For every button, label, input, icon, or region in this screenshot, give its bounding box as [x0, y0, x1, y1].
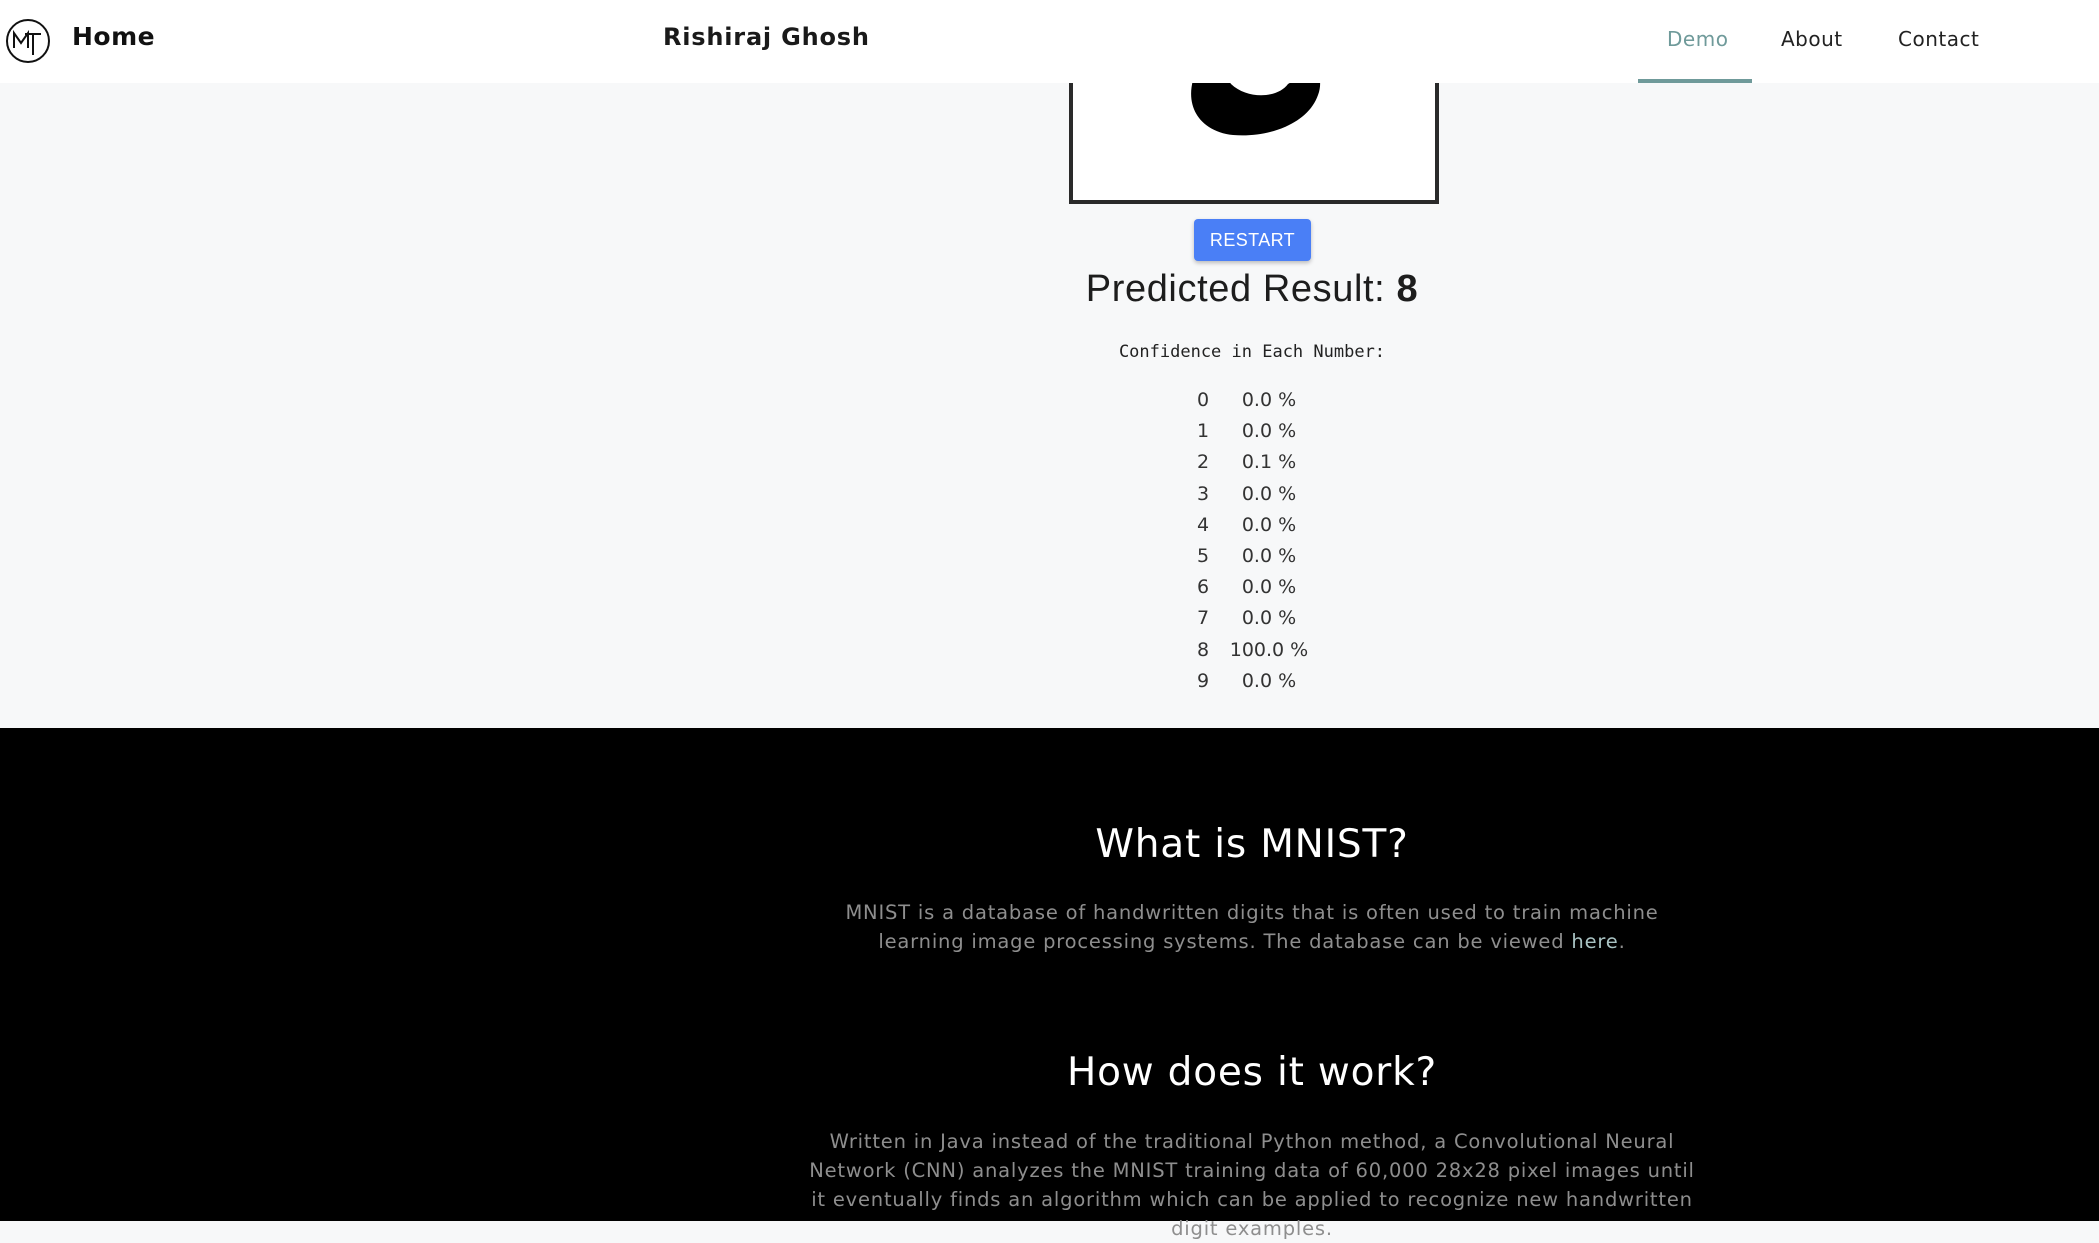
confidence-row-4: 4 0.0 %: [1190, 511, 1330, 542]
confidence-digit: 1: [1196, 420, 1210, 443]
confidence-digit: 3: [1196, 482, 1210, 505]
confidence-value: 0.0 %: [1241, 513, 1297, 536]
predicted-result-value: 8: [1396, 268, 1419, 310]
confidence-digit: 6: [1196, 576, 1210, 599]
how-description: Written in Java instead of the tradition…: [809, 1130, 1695, 1240]
confidence-row-1: 1 0.0 %: [1190, 417, 1330, 448]
confidence-value: 0.0 %: [1241, 389, 1297, 411]
restart-button[interactable]: RESTART: [1194, 219, 1311, 261]
confidence-digit: 0: [1196, 389, 1210, 411]
confidence-digit: 7: [1196, 607, 1210, 630]
nav-link-about[interactable]: About: [1781, 27, 1843, 51]
mnist-database-link[interactable]: here: [1571, 930, 1618, 953]
confidence-value: 0.0 %: [1241, 669, 1297, 692]
confidence-value: 100.0 %: [1229, 638, 1309, 661]
confidence-value: 0.0 %: [1241, 420, 1297, 443]
confidence-digit: 9: [1196, 669, 1210, 692]
confidence-row-7: 7 0.0 %: [1190, 604, 1330, 635]
mnist-heading: What is MNIST?: [1095, 822, 1409, 867]
nav-link-contact[interactable]: Contact: [1898, 27, 1979, 51]
confidence-heading: Confidence in Each Number:: [1118, 342, 1386, 362]
confidence-row-3: 3 0.0 %: [1190, 480, 1330, 511]
confidence-value: 0.1 %: [1241, 451, 1297, 474]
logo-icon[interactable]: [5, 18, 51, 64]
confidence-digit: 5: [1196, 544, 1210, 567]
confidence-value: 0.0 %: [1241, 576, 1297, 599]
confidence-row-0: 0 0.0 %: [1190, 386, 1330, 417]
predicted-result: Predicted Result: 8: [0, 268, 2099, 311]
confidence-row-2: 2 0.1 %: [1190, 448, 1330, 479]
mnist-description: MNIST is a database of handwritten digit…: [845, 901, 1659, 953]
info-section: What is MNIST? MNIST is a database of ha…: [0, 728, 2099, 1240]
how-heading: How does it work?: [1066, 1050, 1437, 1095]
home-link[interactable]: Home: [72, 22, 155, 51]
confidence-digit: 8: [1196, 638, 1210, 661]
navbar: Home Rishiraj Ghosh Demo About Contact: [0, 0, 2099, 83]
mnist-description-text: MNIST is a database of handwritten digit…: [845, 901, 1659, 953]
confidence-value: 0.0 %: [1241, 544, 1297, 567]
confidence-row-6: 6 0.0 %: [1190, 573, 1330, 604]
confidence-value: 0.0 %: [1241, 482, 1297, 505]
nav-link-demo[interactable]: Demo: [1667, 27, 1728, 51]
confidence-digit: 2: [1196, 451, 1210, 474]
confidence-value: 0.0 %: [1241, 607, 1297, 630]
predicted-result-label: Predicted Result:: [1085, 268, 1386, 310]
confidence-list: 0 0.0 % 1 0.0 % 2 0.1 % 3 0.0 % 4 0.0 % 5 0.0 …: [1190, 386, 1330, 698]
confidence-row-8: 8 100.0 %: [1190, 636, 1330, 667]
confidence-row-5: 5 0.0 %: [1190, 542, 1330, 573]
confidence-row-9: 9 0.0 %: [1190, 667, 1330, 698]
confidence-digit: 4: [1196, 513, 1210, 536]
active-nav-indicator: [1638, 79, 1752, 83]
site-title: Rishiraj Ghosh: [663, 23, 870, 51]
